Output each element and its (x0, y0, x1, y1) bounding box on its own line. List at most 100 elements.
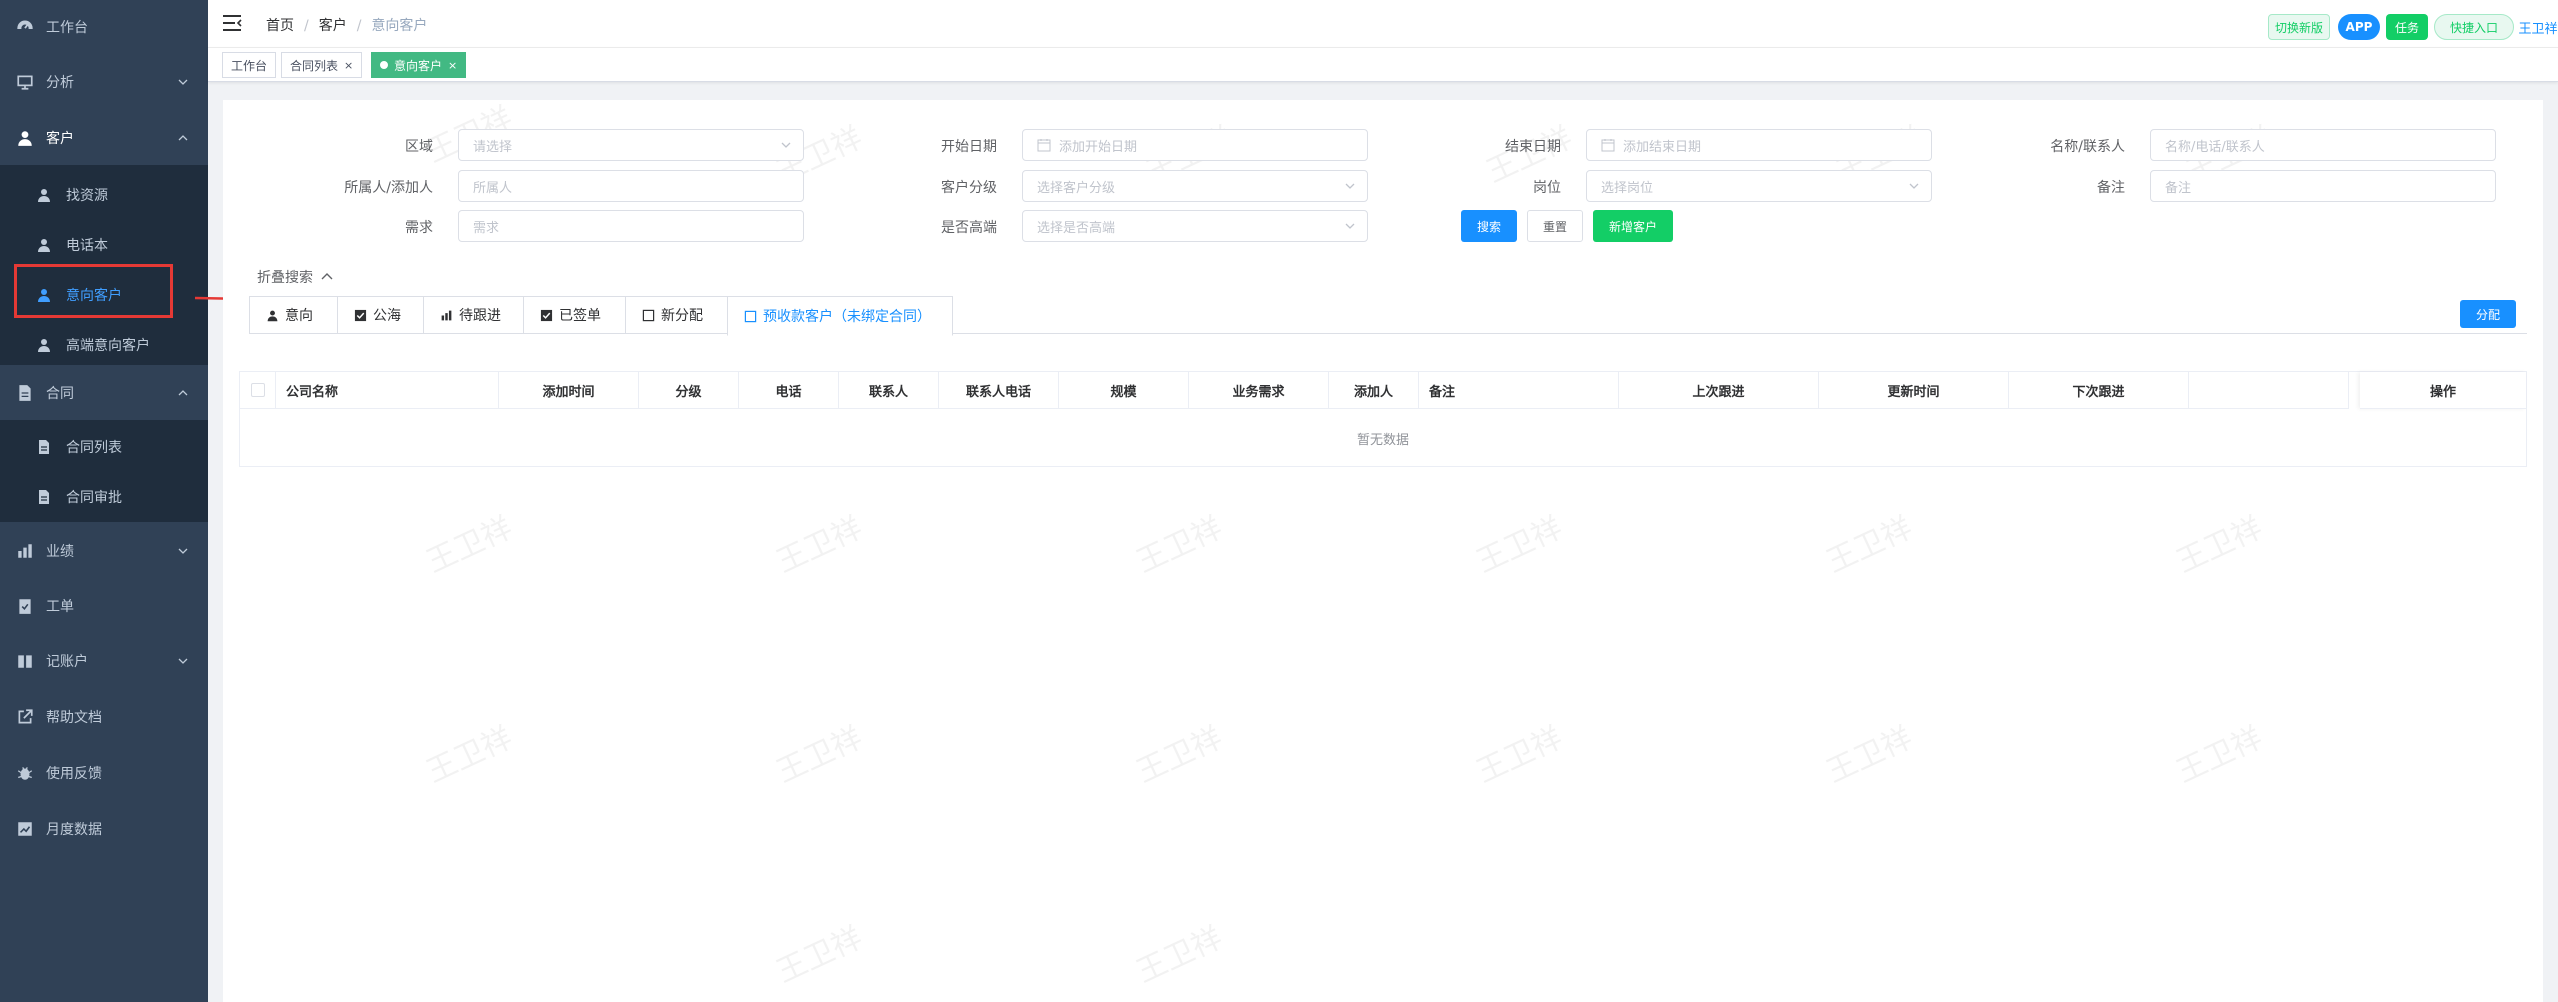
level-select[interactable]: 选择客户分级 (1022, 170, 1368, 202)
high-end-select[interactable]: 选择是否高端 (1022, 210, 1368, 242)
owner-input[interactable]: 所属人 (458, 170, 804, 202)
add-customer-button[interactable]: 新增客户 (1593, 210, 1673, 242)
sidebar-item-label: 月度数据 (46, 822, 102, 838)
demand-input[interactable]: 需求 (458, 210, 804, 242)
close-icon[interactable]: × (344, 59, 353, 72)
sidebar-item-work-order[interactable]: 工单 (0, 581, 208, 631)
dashboard-icon (17, 20, 33, 30)
sidebar-item-feedback[interactable]: 使用反馈 (0, 748, 208, 798)
tabs-divider (953, 333, 2527, 334)
document-icon (39, 440, 49, 454)
watermark: 王卫祥 (1471, 720, 1568, 791)
breadcrumb-customer[interactable]: 客户 (319, 18, 347, 34)
sidebar-item-dashboard[interactable]: 工作台 (0, 2, 208, 52)
position-select[interactable]: 选择岗位 (1586, 170, 1932, 202)
tab-intent[interactable]: 意向 (249, 296, 337, 334)
watermark: 王卫祥 (1821, 720, 1918, 791)
tag-intent-customer[interactable]: 意向客户 × (371, 52, 467, 78)
username-link[interactable]: 王卫祥 (2518, 14, 2558, 40)
column-header-actions: 操作 (2360, 372, 2526, 409)
bar-chart-icon (18, 544, 32, 558)
chevron-down-icon (178, 79, 188, 85)
column-header: 上次跟进 (1619, 372, 1819, 409)
tab-public-pool[interactable]: 公海 (337, 296, 423, 334)
remark-label: 备注 (2097, 180, 2125, 196)
search-button[interactable]: 搜索 (1461, 210, 1517, 242)
tags-view: 工作台 合同列表 × 意向客户 × (208, 48, 2558, 82)
close-icon[interactable]: × (448, 59, 457, 72)
column-header: 业务需求 (1189, 372, 1329, 409)
customer-table: 公司名称 添加时间 分级 电话 联系人 联系人电话 规模 业务需求 添加人 备注… (239, 371, 2527, 467)
tag-contract-list[interactable]: 合同列表 × (281, 52, 363, 78)
tab-pending-follow-up[interactable]: 待跟进 (423, 296, 523, 334)
chevron-up-icon (178, 135, 188, 141)
watermark: 王卫祥 (1821, 510, 1918, 581)
start-date-picker[interactable]: 添加开始日期 (1022, 129, 1368, 161)
tab-newly-assigned[interactable]: 新分配 (625, 296, 727, 334)
sidebar-item-label: 找资源 (66, 188, 108, 204)
sidebar-item-help-docs[interactable]: 帮助文档 (0, 692, 208, 742)
column-header: 联系人电话 (939, 372, 1059, 409)
document-icon (19, 385, 31, 401)
sidebar-item-phonebook[interactable]: 电话本 (0, 220, 208, 270)
watermark: 王卫祥 (771, 510, 868, 581)
tab-prepaid-customer[interactable]: 预收款客户（未绑定合同） (727, 296, 953, 336)
sidebar-item-label: 合同审批 (66, 490, 122, 506)
breadcrumb-home[interactable]: 首页 (266, 18, 294, 34)
remark-input[interactable]: 备注 (2150, 170, 2496, 202)
end-date-placeholder: 添加结束日期 (1623, 139, 1702, 155)
clipboard-icon (19, 599, 31, 614)
sidebar-item-find-resources[interactable]: 找资源 (0, 170, 208, 220)
region-select[interactable]: 请选择 (458, 129, 804, 161)
demand-placeholder: 需求 (473, 220, 500, 236)
high-end-placeholder: 选择是否高端 (1037, 220, 1116, 236)
sidebar-item-performance[interactable]: 业绩 (0, 526, 208, 576)
navbar: 首页 / 客户 / 意向客户 切换新版 APP 任务 快捷入口 王卫祥 (208, 0, 2558, 48)
app-button[interactable]: APP (2338, 14, 2380, 40)
sidebar-item-contract[interactable]: 合同 (0, 368, 208, 418)
select-all-checkbox[interactable] (250, 383, 265, 397)
empty-state: 暂无数据 (1356, 432, 1409, 448)
tag-dashboard[interactable]: 工作台 (222, 52, 277, 78)
assign-button[interactable]: 分配 (2460, 300, 2516, 328)
external-link-icon (18, 709, 33, 724)
sidebar-item-monthly-data[interactable]: 月度数据 (0, 804, 208, 854)
hamburger-icon[interactable] (222, 14, 242, 32)
name-contact-input[interactable]: 名称/电话/联系人 (2150, 129, 2496, 161)
bug-icon (17, 767, 33, 780)
sidebar-item-customer[interactable]: 客户 (0, 113, 208, 163)
watermark: 王卫祥 (1131, 510, 1228, 581)
sidebar-item-accounting[interactable]: 记账户 (0, 636, 208, 686)
chevron-down-icon (1345, 223, 1355, 229)
sidebar-item-label: 分析 (46, 75, 74, 91)
sidebar-item-contract-list[interactable]: 合同列表 (0, 422, 208, 472)
sidebar-item-premium-intent-customer[interactable]: 高端意向客户 (0, 320, 208, 370)
column-header: 更新时间 (1819, 372, 2009, 409)
column-header: 公司名称 (276, 372, 499, 409)
select-all-checkbox-cell[interactable] (240, 372, 276, 409)
sidebar-item-label: 业绩 (46, 544, 74, 560)
tab-signed[interactable]: 已签单 (523, 296, 625, 334)
sidebar-item-label: 合同 (46, 386, 74, 402)
sidebar-item-contract-approval[interactable]: 合同审批 (0, 472, 208, 522)
sidebar-item-analysis[interactable]: 分析 (0, 57, 208, 107)
switch-version-button[interactable]: 切换新版 (2268, 14, 2330, 40)
task-button[interactable]: 任务 (2386, 14, 2428, 40)
owner-label: 所属人/添加人 (344, 180, 433, 196)
contract-submenu: 合同列表 合同审批 (0, 420, 208, 522)
quick-entry-button[interactable]: 快捷入口 (2434, 14, 2514, 40)
sidebar-item-label: 电话本 (66, 238, 108, 254)
reset-button[interactable]: 重置 (1527, 210, 1583, 242)
sidebar-item-label: 工单 (46, 599, 74, 615)
collapse-search-toggle[interactable]: 折叠搜索 (257, 267, 333, 287)
sidebar-item-label: 客户 (46, 131, 74, 147)
chevron-down-icon (178, 658, 188, 664)
check-square-icon (354, 309, 367, 321)
level-placeholder: 选择客户分级 (1037, 180, 1116, 196)
end-date-picker[interactable]: 添加结束日期 (1586, 129, 1932, 161)
sidebar-item-label: 帮助文档 (46, 710, 102, 726)
column-header: 下次跟进 (2009, 372, 2189, 409)
column-header: 备注 (1419, 372, 1619, 409)
chevron-up-icon (178, 390, 188, 396)
sidebar-item-label: 合同列表 (66, 440, 122, 456)
